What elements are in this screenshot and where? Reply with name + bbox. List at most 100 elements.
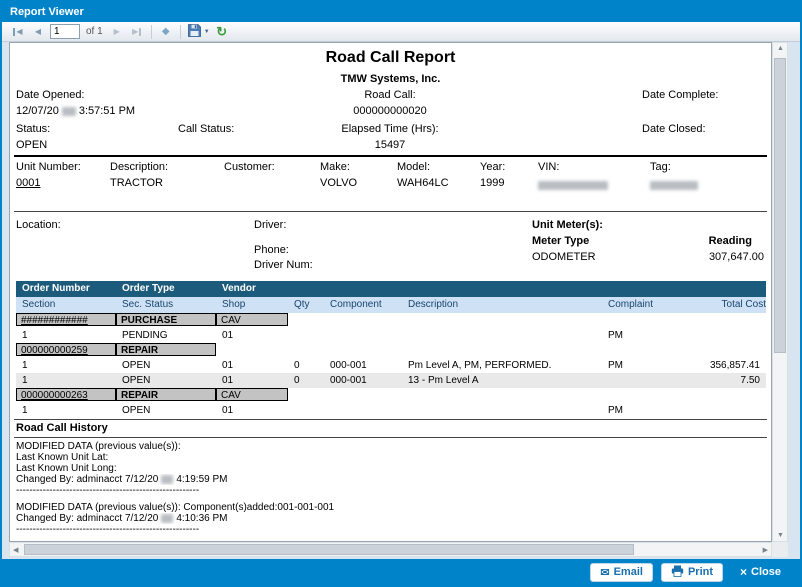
model-value: WAH64LC (397, 177, 449, 189)
sec-status-header: Sec. Status (122, 297, 173, 313)
call-status-label: Call Status: (178, 123, 234, 135)
tag-value-redacted (650, 179, 698, 191)
close-button-label: Close (751, 566, 781, 578)
component-header: Component (330, 297, 382, 313)
vin-label: VIN: (538, 161, 559, 173)
vertical-scrollbar[interactable]: ▲ ▼ (772, 42, 788, 542)
history-line: Changed By: adminacct 7/12/204:19:59 PM (16, 474, 764, 485)
first-page-icon: ◀ (13, 27, 22, 36)
unit-description-label: Description: (110, 161, 168, 173)
scroll-up-icon[interactable]: ▲ (777, 45, 784, 52)
section-cell: 1 (22, 373, 28, 388)
total-cost-header: Total Cost (698, 297, 766, 313)
refresh-button[interactable]: ↻ (214, 24, 230, 40)
parent-report-icon: ◆ (162, 26, 170, 37)
history-separator: ----------------------------------------… (16, 485, 764, 496)
history-line: MODIFIED DATA (previous value(s)): (16, 441, 764, 452)
driver-num-label: Driver Num: (254, 259, 313, 271)
previous-page-button[interactable]: ◀ (30, 24, 46, 40)
scroll-left-icon[interactable]: ◀ (13, 546, 18, 554)
previous-page-icon: ◀ (35, 27, 41, 36)
component-cell: 000-001 (330, 358, 367, 373)
history-line: Last Known Unit Long: (16, 463, 764, 474)
order-number-link[interactable]: 000000000259 (16, 343, 116, 356)
vertical-scrollbar-thumb[interactable] (774, 58, 786, 353)
report-title: Road Call Report (10, 49, 771, 67)
orders-group-header: Order Number Order Type Vendor (16, 281, 766, 297)
total-cost-cell: 356,857.41 (692, 358, 760, 373)
horizontal-scrollbar-thumb[interactable] (24, 544, 634, 555)
history-line: Last Known Unit Lat: (16, 452, 764, 463)
qty-header: Qty (294, 297, 310, 313)
close-icon: × (740, 565, 747, 579)
last-page-icon: ▶ (132, 27, 141, 36)
email-button[interactable]: ✉ Email (590, 563, 653, 582)
export-button[interactable]: ▼ (187, 24, 210, 40)
page-count-label: of 1 (84, 26, 105, 37)
last-page-button[interactable]: ▶ (129, 24, 145, 40)
redacted-text (161, 514, 173, 523)
meter-type-header: Meter Type (532, 235, 589, 247)
report-company: TMW Systems, Inc. (10, 73, 771, 85)
sec-status-cell: PENDING (122, 328, 168, 343)
divider (14, 419, 767, 420)
year-label: Year: (480, 161, 505, 173)
print-button[interactable]: Print (661, 563, 723, 582)
complaint-cell: PM (608, 328, 623, 343)
make-value: VOLVO (320, 177, 357, 189)
print-button-label: Print (688, 566, 713, 578)
elapsed-time-label: Elapsed Time (Hrs): (270, 123, 510, 135)
customer-label: Customer: (224, 161, 275, 173)
table-row: 1 PENDING 01 PM (10, 328, 772, 343)
sec-status-cell: OPEN (122, 373, 150, 388)
order-number-link[interactable]: 000000000263 (16, 388, 116, 401)
shop-cell: 01 (222, 373, 233, 388)
section-cell: 1 (22, 358, 28, 373)
scroll-right-icon[interactable]: ▶ (763, 546, 768, 554)
page-number-input[interactable] (50, 24, 80, 39)
qty-cell: 0 (294, 373, 300, 388)
elapsed-time-value: 15497 (270, 139, 510, 151)
report-toolbar: ◀ ◀ of 1 ▶ ▶ ◆ ▼ ↻ (2, 22, 800, 42)
close-button[interactable]: × Close (731, 563, 790, 582)
description-header: Description (408, 297, 458, 313)
history-line: MODIFIED DATA (previous value(s)): Compo… (16, 502, 764, 513)
reading-header: Reading (630, 235, 752, 247)
sec-status-cell: OPEN (122, 358, 150, 373)
section-header: Section (22, 297, 55, 313)
divider (14, 211, 767, 212)
next-page-button[interactable]: ▶ (109, 24, 125, 40)
first-page-button[interactable]: ◀ (10, 24, 26, 40)
vendor-cell: CAV (216, 388, 288, 401)
unit-number-link[interactable]: 0001 (16, 177, 40, 189)
redacted-text (62, 107, 76, 116)
road-call-value: 000000000020 (270, 105, 510, 117)
unit-description-value: TRACTOR (110, 177, 163, 189)
save-export-icon (187, 23, 202, 41)
date-opened-label: Date Opened: (16, 89, 85, 101)
scroll-down-icon[interactable]: ▼ (777, 532, 784, 539)
unit-number-label: Unit Number: (16, 161, 81, 173)
chevron-down-icon: ▼ (204, 29, 210, 35)
order-number-link[interactable]: ############ (16, 313, 116, 326)
description-cell: 13 - Pm Level A (408, 373, 479, 388)
horizontal-scrollbar[interactable]: ◀ ▶ (9, 542, 772, 557)
driver-label: Driver: (254, 219, 286, 231)
vendor-header: Vendor (222, 281, 256, 297)
total-cost-cell: 7.50 (692, 373, 760, 388)
toolbar-separator (151, 25, 152, 39)
orders-column-header: Section Sec. Status Shop Qty Component D… (16, 297, 766, 313)
next-page-icon: ▶ (114, 27, 120, 36)
order-type-cell: REPAIR (116, 388, 216, 401)
table-row-group: 000000000259 REPAIR (10, 343, 772, 358)
order-number-header: Order Number (22, 281, 90, 297)
table-row: 1 OPEN 01 PM (10, 403, 772, 418)
divider (14, 155, 767, 157)
order-type-header: Order Type (122, 281, 175, 297)
status-value: OPEN (16, 139, 47, 151)
parent-report-button[interactable]: ◆ (158, 24, 174, 40)
location-label: Location: (16, 219, 61, 231)
vendor-cell: CAV (216, 313, 288, 326)
report-page: Road Call Report TMW Systems, Inc. Date … (9, 42, 772, 542)
history-line: Changed By: adminacct 7/12/204:10:36 PM (16, 513, 764, 524)
